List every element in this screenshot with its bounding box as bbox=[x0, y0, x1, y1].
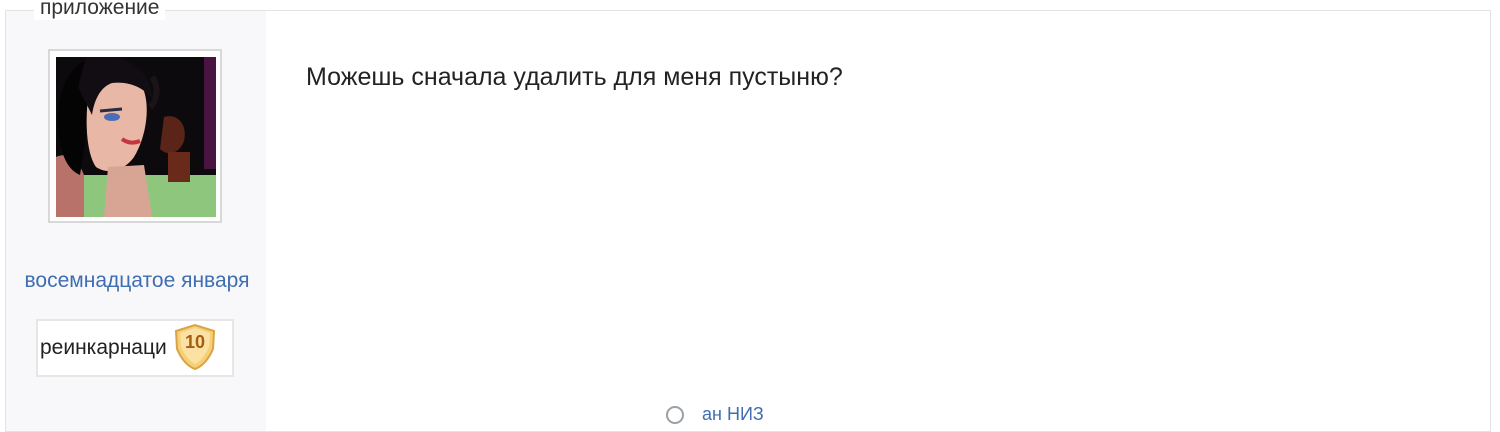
avatar-frame[interactable] bbox=[48, 49, 222, 223]
rank-box: реинкарнаци 10 bbox=[36, 319, 234, 377]
avatar-image bbox=[56, 57, 216, 217]
post-message: Можешь сначала удалить для меня пустыню? bbox=[306, 63, 843, 91]
post-frame: восемнадцатое января реинкарнаци 10 прил… bbox=[5, 0, 1491, 432]
avatar[interactable] bbox=[56, 57, 216, 217]
rank-title: реинкарнаци bbox=[40, 336, 167, 359]
level-badge: 10 bbox=[172, 323, 218, 371]
author-sidebar: восемнадцатое января реинкарнаци 10 bbox=[6, 11, 266, 431]
footer-link[interactable]: ан НИЗ bbox=[702, 404, 764, 424]
username-link[interactable]: восемнадцатое января bbox=[6, 267, 268, 295]
circle-icon bbox=[666, 406, 684, 424]
post-legend: приложение bbox=[34, 0, 166, 20]
level-number: 10 bbox=[184, 332, 206, 352]
